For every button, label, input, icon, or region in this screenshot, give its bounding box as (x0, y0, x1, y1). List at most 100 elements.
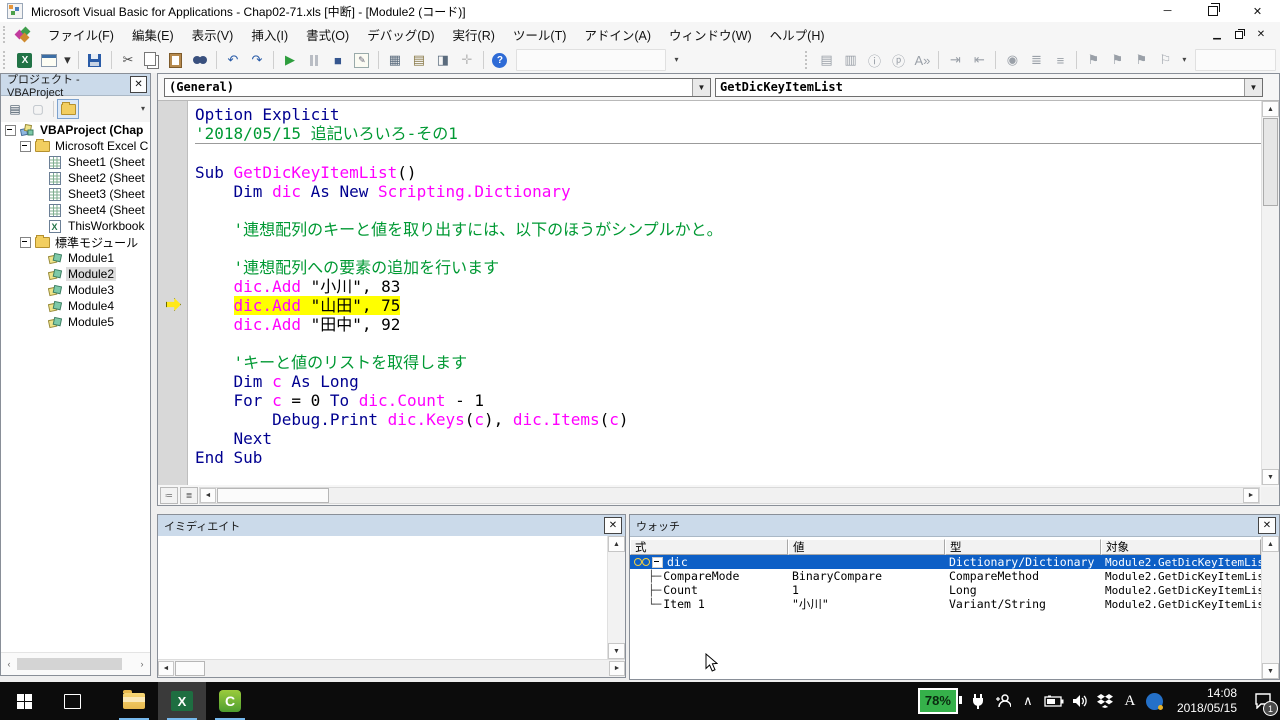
menu-item-d[interactable]: デバッグ(D) (358, 22, 443, 47)
project-explorer-button[interactable]: ▦ (384, 49, 406, 71)
code-vscroll-thumb[interactable] (1263, 118, 1278, 206)
toggle-folders-button[interactable] (57, 99, 79, 119)
toggle-breakpoint-button[interactable]: ◉ (1001, 49, 1023, 71)
code-line-13[interactable]: 'キーと値のリストを取得します (195, 353, 1261, 372)
tray-overflow-chevron-icon[interactable]: ∧ (1019, 682, 1037, 720)
view-code-button[interactable]: ▤ (4, 99, 26, 119)
battery-percentage-badge[interactable]: 78% (918, 688, 958, 714)
view-excel-button[interactable]: X (14, 49, 36, 71)
clock[interactable]: 14:08 2018/05/15 (1171, 682, 1243, 720)
code-line-1[interactable]: '2018/05/15 追記いろいろ-その1 (195, 124, 1261, 143)
code-vscrollbar[interactable]: ▲ ▼ (1261, 101, 1279, 485)
paste-button[interactable] (165, 49, 187, 71)
code-line-18[interactable]: End Sub (195, 448, 1261, 467)
tree-item-module1[interactable]: Module1 (1, 250, 150, 266)
tree-item-module2[interactable]: Module2 (1, 266, 150, 282)
project-hscrollbar[interactable]: ‹ › (1, 652, 150, 675)
copy-button[interactable] (141, 49, 163, 71)
insert-userform-caret[interactable]: ▾ (62, 49, 73, 71)
watch-scroll-up-icon[interactable]: ▲ (1262, 536, 1279, 552)
properties-window-button[interactable]: ▤ (408, 49, 430, 71)
code-line-8[interactable]: '連想配列への要素の追加を行います (195, 258, 1261, 277)
watch-row-item1[interactable]: └─Item 1"小川"Variant/StringModule2.GetDic… (630, 597, 1261, 611)
menu-item-w[interactable]: ウィンドウ(W) (660, 22, 761, 47)
immediate-scroll-left-icon[interactable]: ◄ (158, 661, 174, 676)
file-explorer-button[interactable] (110, 682, 158, 720)
menu-item-f[interactable]: ファイル(F) (39, 22, 123, 47)
watch-close-button[interactable]: ✕ (1258, 517, 1276, 534)
code-line-14[interactable]: Dim c As Long (195, 372, 1261, 391)
edit-toolbar-grip[interactable] (805, 51, 811, 69)
tree-item-sheet2sheet[interactable]: Sheet2 (Sheet (1, 170, 150, 186)
full-module-view-button[interactable]: ≣ (180, 487, 198, 504)
parameter-info-button[interactable]: ⓟ (887, 49, 909, 71)
watch-expand-icon[interactable] (652, 557, 663, 568)
procedure-combo-dropdown-icon[interactable]: ▼ (1244, 79, 1262, 96)
tree-item-module4[interactable]: Module4 (1, 298, 150, 314)
clear-bookmarks-button[interactable]: ⚐ (1154, 49, 1176, 71)
edit-toolbar-overflow[interactable]: ▾ (1177, 49, 1191, 71)
code-scroll-right-icon[interactable]: ► (1243, 488, 1259, 503)
battery-status-icon[interactable] (1044, 682, 1064, 720)
tree-item-sheet4sheet[interactable]: Sheet4 (Sheet (1, 202, 150, 218)
immediate-hscrollbar[interactable]: ◄ ► (158, 659, 625, 677)
object-browser-button[interactable]: ◨ (432, 49, 454, 71)
menu-item-e[interactable]: 編集(E) (123, 22, 183, 47)
project-toolbar-overflow[interactable]: ▾ (136, 98, 150, 120)
immediate-scroll-up-icon[interactable]: ▲ (608, 536, 625, 552)
complete-word-button[interactable]: A» (911, 49, 933, 71)
project-panel-caption[interactable]: プロジェクト - VBAProject ✕ (1, 74, 150, 96)
tree-item-sheet1sheet[interactable]: Sheet1 (Sheet (1, 154, 150, 170)
watch-column-header[interactable]: 値 (788, 539, 945, 555)
code-line-11[interactable]: dic.Add "田中", 92 (195, 315, 1261, 334)
standard-toolbar-grip[interactable] (3, 51, 9, 69)
object-combo[interactable]: (General) ▼ (164, 78, 711, 97)
tree-item-[interactable]: 標準モジュール (1, 234, 150, 250)
project-close-button[interactable]: ✕ (130, 76, 147, 93)
watch-row-dic[interactable]: dicDictionary/DictionaryModule2.GetDicKe… (630, 555, 1261, 569)
code-line-6[interactable]: '連想配列のキーと値を取り出すには、以下のほうがシンプルかと。 (195, 220, 1261, 239)
code-line-4[interactable]: Dim dic As New Scripting.Dictionary (195, 182, 1261, 201)
code-line-15[interactable]: For c = 0 To dic.Count - 1 (195, 391, 1261, 410)
tree-expand-icon[interactable] (5, 125, 16, 136)
watch-caption[interactable]: ウォッチ ✕ (630, 515, 1279, 537)
toggle-bookmark-button[interactable]: ⚑ (1082, 49, 1104, 71)
margin-indicator-bar[interactable] (158, 101, 188, 485)
break-button[interactable] (303, 49, 325, 71)
code-hscroll-thumb[interactable] (217, 488, 329, 503)
immediate-caption[interactable]: イミディエイト ✕ (158, 515, 625, 537)
code-line-17[interactable]: Next (195, 429, 1261, 448)
save-button[interactable] (84, 49, 106, 71)
procedure-view-button[interactable]: ≔ (160, 487, 178, 504)
code-area[interactable]: Option Explicit'2018/05/15 追記いろいろ-その1Sub… (158, 101, 1279, 485)
watch-column-header[interactable]: 型 (945, 539, 1101, 555)
menu-item-t[interactable]: ツール(T) (504, 22, 575, 47)
prev-bookmark-button[interactable]: ⚑ (1130, 49, 1152, 71)
list-constants-button[interactable]: ▥ (839, 49, 861, 71)
immediate-scroll-down-icon[interactable]: ▼ (608, 643, 625, 659)
project-hscroll-thumb[interactable] (17, 658, 122, 670)
scroll-right-icon[interactable]: › (134, 659, 150, 669)
standard-toolbar-overflow[interactable]: ▾ (670, 49, 684, 71)
menu-item-r[interactable]: 実行(R) (444, 22, 504, 47)
help-button[interactable]: ? (489, 49, 511, 71)
menu-item-a[interactable]: アドイン(A) (575, 22, 660, 47)
undo-button[interactable]: ↶ (222, 49, 244, 71)
tree-item-module3[interactable]: Module3 (1, 282, 150, 298)
code-line-2[interactable] (195, 143, 1261, 163)
indent-button[interactable]: ⇥ (944, 49, 966, 71)
camtasia-taskbar-button[interactable]: C (206, 682, 254, 720)
outdent-button[interactable]: ⇤ (968, 49, 990, 71)
power-plug-icon[interactable] (969, 682, 987, 720)
minimize-button[interactable]: ─ (1145, 0, 1190, 22)
menu-item-i[interactable]: 挿入(I) (242, 22, 297, 47)
tree-item-module5[interactable]: Module5 (1, 314, 150, 330)
menu-item-v[interactable]: 表示(V) (183, 22, 243, 47)
toolbox-button[interactable]: ✛ (456, 49, 478, 71)
immediate-vscrollbar[interactable]: ▲ ▼ (607, 536, 625, 659)
reset-button[interactable]: ■ (327, 49, 349, 71)
ime-mode-indicator[interactable]: A (1121, 682, 1139, 720)
cut-button[interactable]: ✂ (117, 49, 139, 71)
tree-item-sheet3sheet[interactable]: Sheet3 (Sheet (1, 186, 150, 202)
volume-icon[interactable] (1071, 682, 1089, 720)
